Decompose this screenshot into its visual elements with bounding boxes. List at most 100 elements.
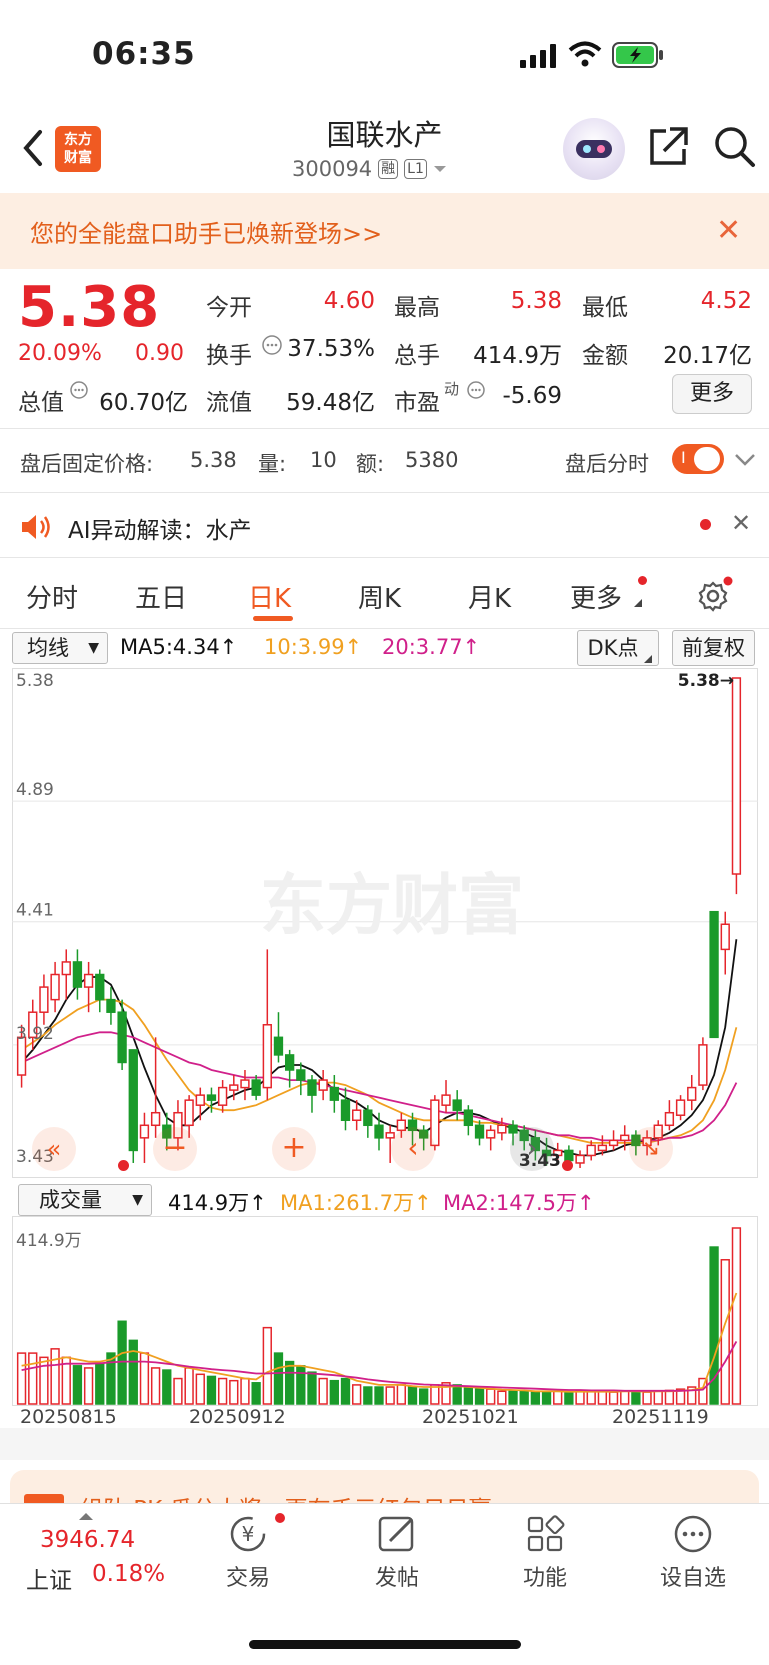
- after-hours-price: 5.38: [190, 448, 237, 472]
- tab-five-day[interactable]: 五日: [135, 578, 187, 615]
- more-button[interactable]: 更多: [672, 374, 752, 414]
- info-dots-icon[interactable]: [69, 380, 89, 400]
- candle-body: [620, 1134, 630, 1142]
- tab-daily-k[interactable]: 日K: [248, 578, 291, 615]
- volume-bar: [620, 1390, 630, 1405]
- volume-bar: [240, 1377, 250, 1405]
- candle-body: [139, 1124, 150, 1139]
- volume-bar: [229, 1379, 239, 1405]
- expand-arrow-icon[interactable]: ↘: [629, 1127, 673, 1171]
- tab-more[interactable]: 更多: [570, 578, 622, 615]
- candle: [474, 1120, 485, 1146]
- volume-bar: [50, 1348, 60, 1405]
- candle-body: [83, 973, 94, 988]
- candle: [83, 961, 94, 1013]
- ma20-value: 20:3.77↑: [382, 635, 481, 659]
- candle: [106, 987, 116, 1025]
- nav-trade[interactable]: ¥ 交易: [208, 1512, 288, 1592]
- chevron-down-icon[interactable]: [734, 452, 756, 468]
- candle: [117, 999, 127, 1070]
- volume-bar: [318, 1377, 328, 1405]
- caret-up-icon: [79, 1513, 93, 1520]
- volume-bar: [150, 1367, 161, 1405]
- volume-selector-label: 成交量: [39, 1188, 102, 1212]
- event-marker[interactable]: [118, 1160, 129, 1171]
- volume-selector[interactable]: 成交量 ▼: [18, 1184, 152, 1216]
- amount-value: 20.17亿: [663, 343, 752, 369]
- watermark: 东方财富: [260, 867, 524, 944]
- close-icon[interactable]: ✕: [716, 216, 741, 246]
- volume-bar: [296, 1365, 306, 1405]
- tab-timeshare[interactable]: 分时: [26, 578, 78, 615]
- candle-body: [262, 1024, 272, 1089]
- index-value[interactable]: 3946.74: [40, 1527, 135, 1553]
- candle: [698, 1037, 708, 1091]
- volume-chart[interactable]: 414.9万 20250815 20250912 20251021 20251119: [12, 1216, 758, 1428]
- tab-monthly-k[interactable]: 月K: [468, 578, 511, 615]
- nav-functions-label: 功能: [522, 1566, 567, 1591]
- y-tick-label: 4.89: [16, 780, 54, 800]
- candle: [262, 949, 272, 1101]
- ai-insight-text[interactable]: AI异动解读：水产: [68, 511, 252, 545]
- zoom-out-button[interactable]: −: [153, 1127, 197, 1171]
- ma-selector[interactable]: 均线 ▼: [12, 632, 108, 664]
- kline-chart[interactable]: 东方财富 5.384.894.413.923.435.38→3.43: [12, 668, 758, 1178]
- robot-assistant-icon[interactable]: [563, 118, 625, 180]
- scroll-left-button[interactable]: ‹: [391, 1127, 435, 1171]
- index-percent[interactable]: 0.18%: [92, 1561, 165, 1587]
- stock-code: 300094: [292, 157, 373, 181]
- candle-body: [229, 1084, 239, 1091]
- nav-post-label: 发帖: [374, 1566, 419, 1591]
- candle: [608, 1130, 619, 1151]
- candle-body: [664, 1111, 675, 1127]
- high-value: 5.38: [510, 288, 562, 314]
- candle: [217, 1080, 228, 1113]
- y-tick-label: 5.38: [16, 671, 54, 691]
- home-indicator: [249, 1640, 521, 1649]
- candle-body: [352, 1109, 362, 1122]
- adjust-button[interactable]: 前复权: [672, 630, 755, 666]
- candle-body: [709, 910, 719, 1039]
- scroll-left-fast-button[interactable]: «: [32, 1127, 76, 1171]
- volume-bar: [284, 1360, 295, 1405]
- scroll-right-button[interactable]: ›: [510, 1127, 554, 1171]
- info-dots-icon[interactable]: [466, 380, 486, 400]
- candle: [709, 910, 719, 1039]
- signal-icon: [520, 44, 556, 68]
- volume-bar: [262, 1326, 272, 1405]
- corner-caret-icon: [634, 599, 642, 607]
- tab-weekly-k[interactable]: 周K: [358, 578, 401, 615]
- max-price-label: 5.38→: [678, 671, 734, 691]
- event-marker[interactable]: [562, 1160, 573, 1171]
- svg-text:¥: ¥: [242, 1522, 255, 1546]
- candle: [318, 1070, 328, 1101]
- share-icon[interactable]: [648, 125, 690, 167]
- candle-body: [441, 1094, 451, 1106]
- volume-bar: [653, 1390, 663, 1405]
- candle-body: [474, 1124, 485, 1139]
- candle: [329, 1075, 339, 1113]
- turnover-value: 37.53%: [287, 336, 375, 362]
- high-label: 最高: [394, 295, 440, 321]
- nav-watchlist[interactable]: 设自选: [653, 1512, 738, 1592]
- candle-body: [273, 1036, 284, 1056]
- nav-post[interactable]: 发帖: [357, 1512, 437, 1592]
- candle-body: [318, 1079, 328, 1091]
- divider: [0, 492, 769, 493]
- index-name[interactable]: 上证: [26, 1561, 72, 1595]
- volume-bar: [95, 1362, 105, 1405]
- close-icon[interactable]: ✕: [731, 509, 751, 537]
- info-dots-icon[interactable]: [261, 334, 283, 356]
- candle: [675, 1095, 686, 1121]
- nav-functions[interactable]: 功能: [505, 1512, 585, 1592]
- level-tag: L1: [404, 159, 427, 179]
- y-tick-label: 4.41: [16, 901, 54, 921]
- volume-bar: [407, 1386, 418, 1405]
- caret-down-icon[interactable]: [433, 164, 447, 174]
- more-dots-icon: [674, 1515, 712, 1553]
- pe-sup: 动: [444, 380, 460, 398]
- settings-gear-icon[interactable]: [697, 576, 733, 612]
- promo-banner-text[interactable]: 您的全能盘口助手已焕新登场>>: [30, 214, 382, 249]
- zoom-in-button[interactable]: +: [272, 1127, 316, 1171]
- search-icon[interactable]: [713, 125, 757, 169]
